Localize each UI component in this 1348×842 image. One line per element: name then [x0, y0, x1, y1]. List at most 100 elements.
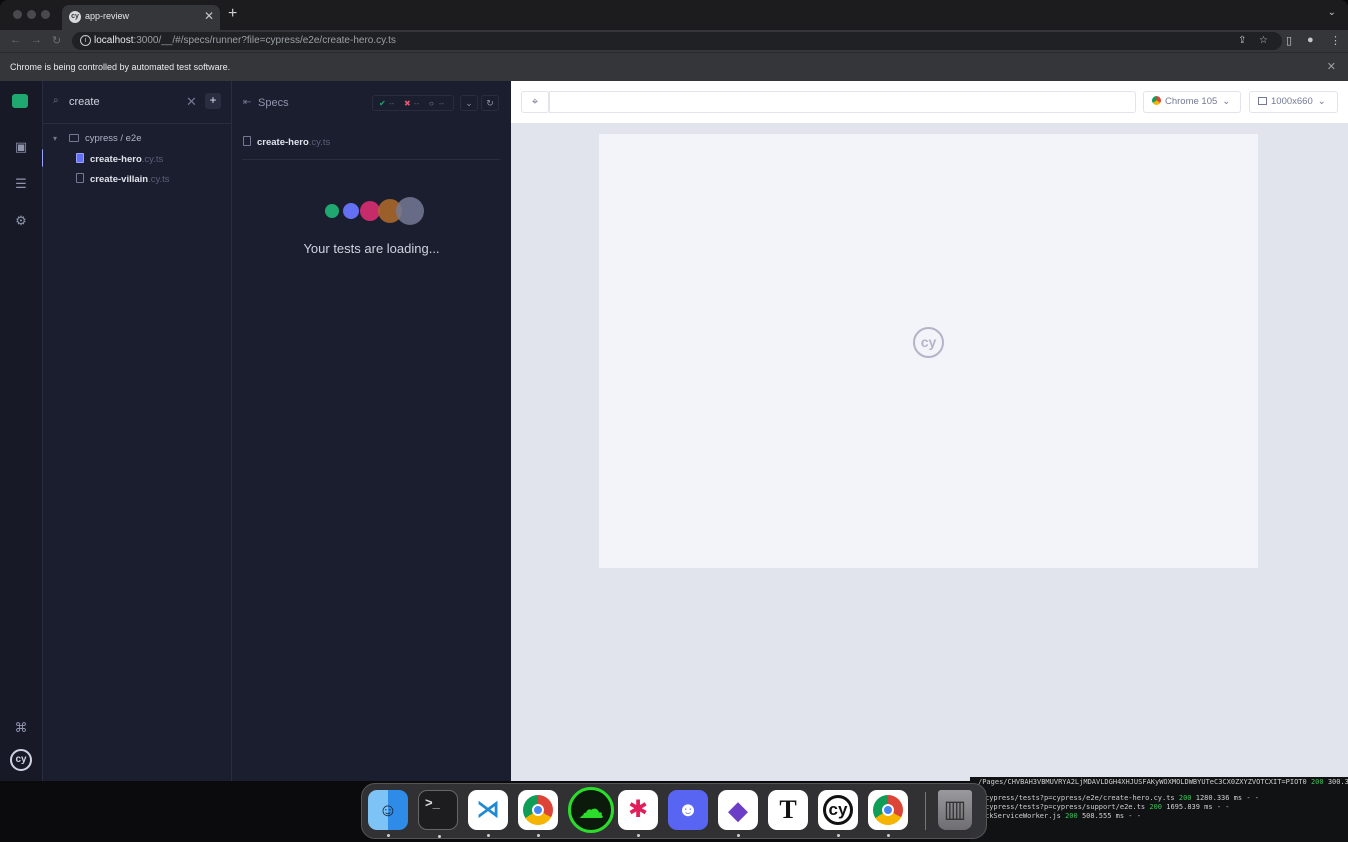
loader-dot [396, 197, 424, 225]
browser-tab[interactable]: cy app-review ✕ [62, 5, 220, 30]
test-stats: ✔ -- ✖ -- ○ -- [372, 95, 454, 111]
menu-kebab-icon[interactable]: ⋮ [1330, 34, 1341, 47]
aut-toolbar: ⌖ Chrome 105 ⌄ 1000x660 ⌄ [511, 81, 1348, 124]
failed-count: -- [414, 99, 420, 108]
cypress-logo-icon[interactable]: cy [10, 749, 32, 771]
aut-iframe: cy [599, 134, 1258, 568]
side-nav: ▣ ☰ ⚙ ⌘ cy [0, 81, 45, 781]
new-spec-button[interactable]: + [205, 93, 221, 109]
new-tab-button[interactable]: + [228, 5, 237, 23]
tab-search-icon[interactable]: ⌄ [1328, 7, 1336, 18]
toggle-specs-icon[interactable]: ⇤ [243, 97, 251, 108]
cypress-app: ▣ ☰ ⚙ ⌘ cy ⌕ create ✕ + ▾ cypress / e2e c… [0, 81, 1348, 781]
automation-infobar: Chrome is being controlled by automated … [0, 52, 1348, 81]
viewport-label: 1000x660 [1271, 96, 1313, 107]
close-window-button[interactable] [13, 10, 22, 19]
url-host: localhost [94, 35, 134, 46]
terminal-icon[interactable]: >_ [418, 790, 458, 838]
aut-url-input[interactable] [549, 91, 1136, 113]
cypress-placeholder-logo: cy [913, 327, 944, 358]
cloud-app-icon[interactable]: ☁ [568, 787, 614, 833]
desktop: cy app-review ✕ + ⌄ ← → ↻ i localhost:30… [0, 0, 1348, 842]
vscode-icon[interactable]: ⋊ [468, 790, 508, 837]
address-url[interactable]: localhost:3000/__/#/specs/runner?file=cy… [94, 35, 396, 46]
loader-dot [360, 201, 380, 221]
site-info-icon[interactable]: i [80, 35, 91, 46]
spec-file-ext: .cy.ts [141, 154, 164, 165]
chrome-icon[interactable] [518, 790, 558, 837]
app-under-test: ⌖ Chrome 105 ⌄ 1000x660 ⌄ cy [511, 81, 1348, 781]
profile-icon[interactable]: ● [1307, 34, 1314, 46]
divider [242, 159, 500, 160]
folder-row[interactable]: ▾ cypress / e2e [53, 133, 142, 144]
share-icon[interactable]: ⇪ [1238, 35, 1246, 46]
specs-list-panel: ⌕ create ✕ + ▾ cypress / e2e create-hero.… [43, 81, 232, 781]
trash-icon[interactable]: ▥ [938, 790, 972, 830]
viewport-icon [1258, 97, 1267, 105]
url-path: :3000/__/#/specs/runner?file=cypress/e2e… [133, 35, 396, 46]
terminal-line: ckServiceWorker.js 200 508.555 ms - - [985, 812, 1141, 820]
maximize-window-button[interactable] [41, 10, 50, 19]
passed-count: -- [389, 99, 395, 108]
reporter-panel: ⇤ Specs ✔ -- ✖ -- ○ -- ⌄ ↻ create-hero.c… [232, 81, 511, 781]
current-spec-name: create-hero [257, 137, 309, 148]
rerun-icon[interactable]: ↻ [481, 95, 499, 111]
dock-separator [925, 792, 926, 830]
runs-icon[interactable]: ☰ [12, 175, 30, 193]
spec-file-create-hero[interactable]: create-hero.cy.ts [76, 153, 163, 165]
terminal-line: cypress/tests?p=cypress/support/e2e.ts 2… [985, 803, 1230, 811]
clear-search-icon[interactable]: ✕ [186, 94, 197, 110]
current-spec-ext: .cy.ts [308, 137, 331, 148]
slack-icon[interactable]: ✱ [618, 790, 658, 837]
spec-file-ext: .cy.ts [148, 174, 170, 185]
app-logo-icon[interactable] [12, 94, 28, 108]
browser-selector[interactable]: Chrome 105 ⌄ [1143, 91, 1241, 113]
infobar-close-icon[interactable]: ✕ [1327, 60, 1336, 73]
loader-dot [343, 203, 359, 219]
chrome-icon[interactable] [868, 790, 908, 837]
spec-search: ⌕ create ✕ + [53, 93, 223, 111]
viewport-selector[interactable]: 1000x660 ⌄ [1249, 91, 1338, 113]
macos-dock: ☺ >_ ⋊ ☁ ✱ ☻ ◆ T cy ▥ [361, 783, 987, 839]
side-panel-icon[interactable]: ▯ [1286, 34, 1292, 47]
tab-title: app-review [85, 11, 130, 21]
spec-file-create-villain[interactable]: create-villain.cy.ts [76, 173, 170, 185]
selector-playground-icon[interactable]: ⌖ [521, 91, 549, 113]
browser-window: cy app-review ✕ + ⌄ ← → ↻ i localhost:30… [0, 0, 1348, 781]
cypress-icon[interactable]: cy [818, 790, 858, 837]
reload-icon[interactable]: ↻ [52, 34, 61, 47]
terminal-line: cypress/tests?p=cypress/e2e/create-hero.… [985, 794, 1259, 802]
finder-icon[interactable]: ☺ [368, 790, 408, 837]
spec-file-name: create-villain [90, 174, 149, 185]
pending-count: -- [439, 99, 445, 108]
spec-file-name: create-hero [90, 154, 142, 165]
terminal-window: /Pages/CHVBAH3VBMUVRYA2LjMDAVLDGH4XHJUSF… [970, 777, 1348, 842]
keyboard-shortcuts-icon[interactable]: ⌘ [12, 719, 30, 737]
address-bar[interactable]: i localhost:3000/__/#/specs/runner?file=… [72, 32, 1282, 50]
bookmark-star-icon[interactable]: ☆ [1259, 35, 1268, 46]
minimize-window-button[interactable] [27, 10, 36, 19]
search-icon: ⌕ [53, 95, 59, 106]
collapse-tests-icon[interactable]: ⌄ [460, 95, 478, 111]
settings-icon[interactable]: ⚙ [12, 212, 30, 230]
divider [43, 123, 232, 124]
obsidian-icon[interactable]: ◆ [718, 790, 758, 837]
passed-icon: ✔ [379, 99, 386, 108]
tab-strip: cy app-review ✕ + ⌄ [0, 0, 1348, 30]
chrome-icon [1152, 96, 1161, 105]
specs-icon[interactable]: ▣ [12, 138, 30, 156]
tab-close-icon[interactable]: ✕ [204, 9, 214, 23]
back-icon[interactable]: ← [10, 34, 21, 46]
search-input[interactable]: create [69, 96, 100, 108]
tab-favicon: cy [69, 11, 81, 23]
forward-icon[interactable]: → [31, 34, 42, 46]
discord-icon[interactable]: ☻ [668, 790, 708, 830]
pending-icon: ○ [429, 99, 434, 108]
loading-dots [325, 197, 435, 225]
reporter-header[interactable]: Specs [258, 97, 289, 109]
typora-icon[interactable]: T [768, 790, 808, 830]
folder-label: cypress / e2e [85, 133, 142, 144]
loader-dot [325, 204, 339, 218]
chevron-down-icon: ▾ [53, 134, 58, 143]
loading-message: Your tests are loading... [303, 241, 440, 256]
